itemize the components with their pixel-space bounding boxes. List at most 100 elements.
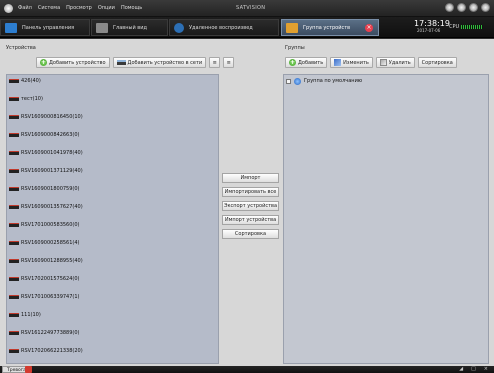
dvr-icon [9, 133, 19, 137]
dvr-icon [9, 115, 19, 119]
import-devices-button[interactable]: Импорт устройства [222, 215, 279, 225]
add-icon: + [40, 59, 47, 66]
list-item[interactable]: RSV1609001041978(40) [9, 149, 83, 157]
add-network-device-label: Добавить устройство в сети [127, 59, 203, 66]
import-all-button[interactable]: Импортировать все [222, 187, 279, 197]
menu-bar: Файл Система Просмотр Опции Помощь [18, 5, 142, 11]
list-item[interactable]: RSV1609001800759(0) [9, 185, 80, 193]
groups-title: Группы [285, 45, 305, 51]
dvr-icon [9, 331, 19, 335]
tab-label: Главный вид [113, 24, 147, 31]
dvr-icon [9, 313, 19, 317]
device-name: RSV1609000842663(0) [21, 132, 80, 138]
tree-item-default-group[interactable]: Группа по умолчанию [286, 77, 362, 85]
tab-label: Удаленное воспроизвед [189, 24, 253, 31]
groups-toolbar: + Добавить Изменить Удалить Сортировка [285, 57, 457, 68]
add-group-button[interactable]: + Добавить [285, 57, 328, 68]
menu-system[interactable]: Система [38, 5, 60, 11]
list-view-button[interactable]: ≡ [223, 57, 235, 68]
list-item[interactable]: RSV1609001288955(40) [9, 257, 83, 265]
tab-close-icon[interactable]: × [365, 24, 373, 32]
transfer-buttons: Импорт Импортировать все Экспорт устройс… [222, 173, 279, 243]
group-icon [294, 77, 301, 85]
device-name: RSV1609001800759(0) [21, 186, 80, 192]
tab-device-group[interactable]: Группа устройств × [281, 19, 379, 36]
device-group-icon [286, 22, 298, 33]
tab-control-panel[interactable]: Панель управления [0, 19, 90, 36]
tab-bar: Панель управления Главный вид Удаленное … [0, 17, 494, 38]
alarm-icon[interactable] [25, 366, 32, 373]
device-name: RSV1609000816450(10) [21, 114, 83, 120]
clock-time: 17:38:19 [414, 19, 450, 28]
dvr-icon [9, 223, 19, 227]
list-item[interactable]: тест(10) [9, 95, 43, 103]
menu-view[interactable]: Просмотр [66, 5, 92, 11]
devices-title: Устройства [6, 45, 36, 51]
device-name: RSV1609001288955(40) [21, 258, 83, 264]
expand-icon[interactable] [286, 78, 291, 84]
dvr-icon [9, 169, 19, 173]
list-item[interactable]: RSV1701006339747(1) [9, 293, 80, 301]
add-network-device-button[interactable]: Добавить устройство в сети [112, 57, 207, 68]
edit-group-button[interactable]: Изменить [330, 57, 373, 68]
dvr-icon [9, 79, 19, 83]
menu-help[interactable]: Помощь [121, 5, 142, 11]
export-devices-button[interactable]: Экспорт устройства [222, 201, 279, 211]
minimize-icon[interactable] [457, 3, 466, 12]
list-item[interactable]: RSV1609000816450(10) [9, 113, 83, 121]
restore-icon[interactable]: □ [471, 366, 476, 373]
filter-icon: ≡ [212, 59, 217, 66]
device-name: 426(40) [21, 78, 41, 84]
device-name: 111(10) [21, 312, 41, 318]
network-device-icon [116, 60, 126, 65]
dvr-icon [9, 97, 19, 101]
device-name: тест(10) [21, 96, 43, 102]
list-item[interactable]: RSV1609000258561(4) [9, 239, 80, 247]
dvr-icon [9, 295, 19, 299]
list-item[interactable]: 426(40) [9, 77, 41, 85]
import-button[interactable]: Импорт [222, 173, 279, 183]
dvr-icon [9, 259, 19, 263]
list-item[interactable]: 111(10) [9, 311, 41, 319]
list-item[interactable]: RSV1609000842663(0) [9, 131, 80, 139]
menu-options[interactable]: Опции [98, 5, 115, 11]
dvr-icon [9, 241, 19, 245]
lock-icon[interactable] [445, 3, 454, 12]
device-list[interactable]: 426(40) тест(10) RSV1609000816450(10) RS… [6, 74, 219, 364]
list-item[interactable]: RSV1702001575624(0) [9, 275, 80, 283]
tab-label: Панель управления [22, 24, 75, 31]
menu-file[interactable]: Файл [18, 5, 32, 11]
delete-group-label: Удалить [388, 59, 411, 66]
cpu-indicator: CPU [449, 24, 484, 30]
list-item[interactable]: RSV1609001357627(40) [9, 203, 83, 211]
sort-devices-button[interactable]: Сортировка [222, 229, 279, 239]
close-icon[interactable]: × [484, 366, 488, 373]
device-name: RSV1701000583560(0) [21, 222, 80, 228]
list-item[interactable]: RSV1701000583560(0) [9, 221, 80, 229]
tab-remote-playback[interactable]: Удаленное воспроизвед [169, 19, 279, 36]
list-item[interactable]: RSV1612249773889(0) [9, 329, 80, 337]
filter-button[interactable]: ≡ [209, 57, 221, 68]
app-logo-icon[interactable] [4, 4, 13, 13]
bottom-bar: Тревога ◢ □ × [0, 366, 494, 373]
add-group-label: Добавить [298, 59, 324, 66]
group-tree[interactable]: Группа по умолчанию [283, 74, 489, 364]
tab-main-view[interactable]: Главный вид [91, 19, 168, 36]
close-icon[interactable] [481, 3, 490, 12]
sort-groups-button[interactable]: Сортировка [417, 57, 457, 68]
dvr-icon [9, 151, 19, 155]
pin-icon[interactable]: ◢ [459, 366, 463, 373]
delete-group-button[interactable]: Удалить [375, 57, 415, 68]
brand-label: SATVISION [236, 5, 266, 11]
device-name: RSV1609000258561(4) [21, 240, 80, 246]
delete-icon [379, 59, 387, 66]
list-item[interactable]: RSV1702066221338(20) [9, 347, 83, 355]
add-device-button[interactable]: + Добавить устройство [36, 57, 110, 68]
list-item[interactable]: RSV1609001371129(40) [9, 167, 83, 175]
maximize-icon[interactable] [469, 3, 478, 12]
device-name: RSV1612249773889(0) [21, 330, 80, 336]
bottom-controls: ◢ □ × [459, 366, 488, 373]
monitor-icon [96, 22, 108, 33]
dvr-icon [9, 349, 19, 353]
title-bar: Файл Система Просмотр Опции Помощь SATVI… [0, 0, 494, 17]
